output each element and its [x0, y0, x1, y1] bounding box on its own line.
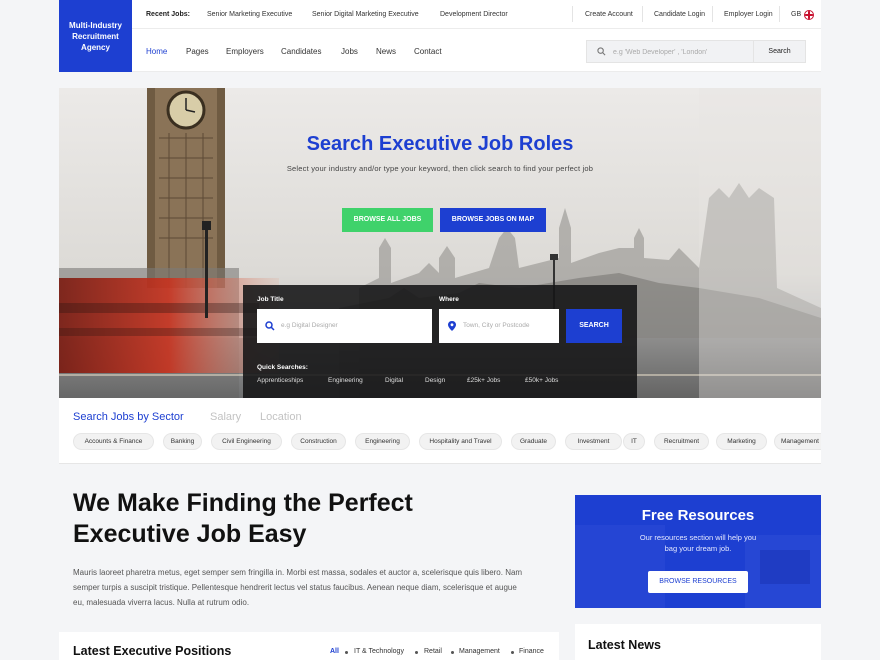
- browse-resources-button[interactable]: BROWSE RESOURCES: [648, 571, 748, 593]
- recent-job-link[interactable]: Senior Marketing Executive: [207, 11, 292, 18]
- quick-search-link[interactable]: Design: [425, 377, 445, 384]
- nav-home[interactable]: Home: [146, 47, 167, 56]
- nav-pages[interactable]: Pages: [186, 47, 209, 56]
- intro-title-line: We Make Finding the Perfect: [73, 489, 413, 517]
- nav-employers[interactable]: Employers: [226, 47, 264, 56]
- sector-pill[interactable]: Graduate: [511, 433, 556, 450]
- nav-contact[interactable]: Contact: [414, 47, 442, 56]
- hero-search-button[interactable]: SEARCH: [566, 309, 622, 343]
- site-logo[interactable]: Multi-Industry Recruitment Agency: [59, 0, 132, 72]
- site-header: Multi-Industry Recruitment Agency Recent…: [59, 0, 821, 72]
- latest-positions-title: Latest Executive Positions: [73, 644, 232, 658]
- search-icon: [597, 47, 606, 56]
- sector-pill[interactable]: Banking: [163, 433, 202, 450]
- divider: [642, 6, 643, 22]
- sector-pill[interactable]: Construction: [291, 433, 346, 450]
- sector-pill[interactable]: Recruitment: [654, 433, 709, 450]
- latest-news-title: Latest News: [588, 638, 661, 652]
- quick-search-link[interactable]: Engineering: [328, 377, 363, 384]
- main-nav: Home Pages Employers Candidates Jobs New…: [132, 29, 821, 72]
- filter-it-technology[interactable]: IT & Technology: [354, 648, 404, 655]
- quick-search-link[interactable]: £25k+ Jobs: [467, 377, 500, 384]
- filter-retail[interactable]: Retail: [424, 648, 442, 655]
- filter-management[interactable]: Management: [459, 648, 500, 655]
- hero-title: Search Executive Job Roles: [306, 133, 574, 155]
- nav-news[interactable]: News: [376, 47, 396, 56]
- header-search-input[interactable]: [613, 45, 753, 59]
- sector-pill[interactable]: Civil Engineering: [211, 433, 282, 450]
- sector-pill[interactable]: Investment: [565, 433, 622, 450]
- location-input[interactable]: Town, City or Postcode: [439, 309, 559, 343]
- browse-all-jobs-button[interactable]: BROWSE ALL JOBS: [342, 208, 433, 232]
- filter-all[interactable]: All: [330, 648, 339, 655]
- sector-pill[interactable]: Marketing: [716, 433, 767, 450]
- sector-search: Search Jobs by Sector Salary Location Ac…: [59, 398, 821, 464]
- header-search-button[interactable]: Search: [753, 41, 805, 62]
- browse-jobs-on-map-button[interactable]: BROWSE JOBS ON MAP: [440, 208, 546, 232]
- sector-pill[interactable]: Accounts & Finance: [73, 433, 154, 450]
- job-title-label: Job Title: [257, 296, 284, 303]
- quick-search-link[interactable]: Digital: [385, 377, 403, 384]
- recent-job-link[interactable]: Development Director: [440, 11, 508, 18]
- separator-dot: [345, 651, 348, 654]
- nav-candidates[interactable]: Candidates: [281, 47, 321, 56]
- top-bar: Recent Jobs: Senior Marketing Executive …: [132, 0, 821, 29]
- sector-pill[interactable]: Management: [774, 433, 821, 450]
- intro-title-line: Executive Job Easy: [73, 520, 307, 548]
- search-icon: [265, 321, 275, 331]
- divider: [572, 6, 573, 22]
- resources-card: Free Resources Our resources section wil…: [575, 495, 821, 608]
- resources-text: Our resources section will help you bag …: [639, 533, 757, 553]
- tab-sector[interactable]: Search Jobs by Sector: [73, 411, 184, 423]
- filter-finance[interactable]: Finance: [519, 648, 544, 655]
- candidate-login-link[interactable]: Candidate Login: [654, 11, 705, 18]
- quick-searches-label: Quick Searches:: [257, 364, 308, 371]
- job-title-input[interactable]: e.g Digital Designer: [257, 309, 432, 343]
- sector-pill[interactable]: IT: [623, 433, 645, 450]
- site-logo-text: Multi-Industry Recruitment Agency: [69, 21, 122, 52]
- quick-search-link[interactable]: £50k+ Jobs: [525, 377, 558, 384]
- separator-dot: [415, 651, 418, 654]
- sector-pill[interactable]: Hospitality and Travel: [419, 433, 502, 450]
- map-pin-icon: [448, 321, 456, 331]
- language-code[interactable]: GB: [791, 11, 801, 18]
- nav-jobs[interactable]: Jobs: [341, 47, 358, 56]
- intro-body: Mauris laoreet pharetra metus, eget semp…: [73, 568, 523, 607]
- recent-jobs-label: Recent Jobs:: [146, 11, 190, 18]
- job-search-panel: Job Title Where e.g Digital Designer Tow…: [243, 285, 637, 398]
- create-account-link[interactable]: Create Account: [585, 11, 633, 18]
- quick-search-link[interactable]: Apprenticeships: [257, 377, 303, 384]
- location-placeholder: Town, City or Postcode: [463, 322, 530, 329]
- divider: [712, 6, 713, 22]
- intro-title: We Make Finding the Perfect Executive Jo…: [73, 488, 493, 550]
- where-label: Where: [439, 296, 459, 303]
- header-search: Search: [586, 40, 806, 63]
- recent-job-link[interactable]: Senior Digital Marketing Executive: [312, 11, 419, 18]
- separator-dot: [511, 651, 514, 654]
- job-title-placeholder: e.g Digital Designer: [281, 322, 338, 329]
- tab-location[interactable]: Location: [260, 411, 302, 423]
- separator-dot: [451, 651, 454, 654]
- sector-pill[interactable]: Engineering: [355, 433, 410, 450]
- resources-title: Free Resources: [641, 507, 755, 524]
- hero-banner: Search Executive Job Roles Select your i…: [59, 88, 821, 398]
- divider: [779, 6, 780, 22]
- hero-subtitle: Select your industry and/or type your ke…: [286, 164, 594, 173]
- page: Multi-Industry Recruitment Agency Recent…: [0, 0, 880, 660]
- latest-positions-card: Latest Executive Positions All IT & Tech…: [59, 632, 559, 660]
- latest-news-card: Latest News: [575, 624, 821, 660]
- tab-salary[interactable]: Salary: [210, 411, 241, 423]
- employer-login-link[interactable]: Employer Login: [724, 11, 773, 18]
- uk-flag-icon[interactable]: [804, 10, 814, 20]
